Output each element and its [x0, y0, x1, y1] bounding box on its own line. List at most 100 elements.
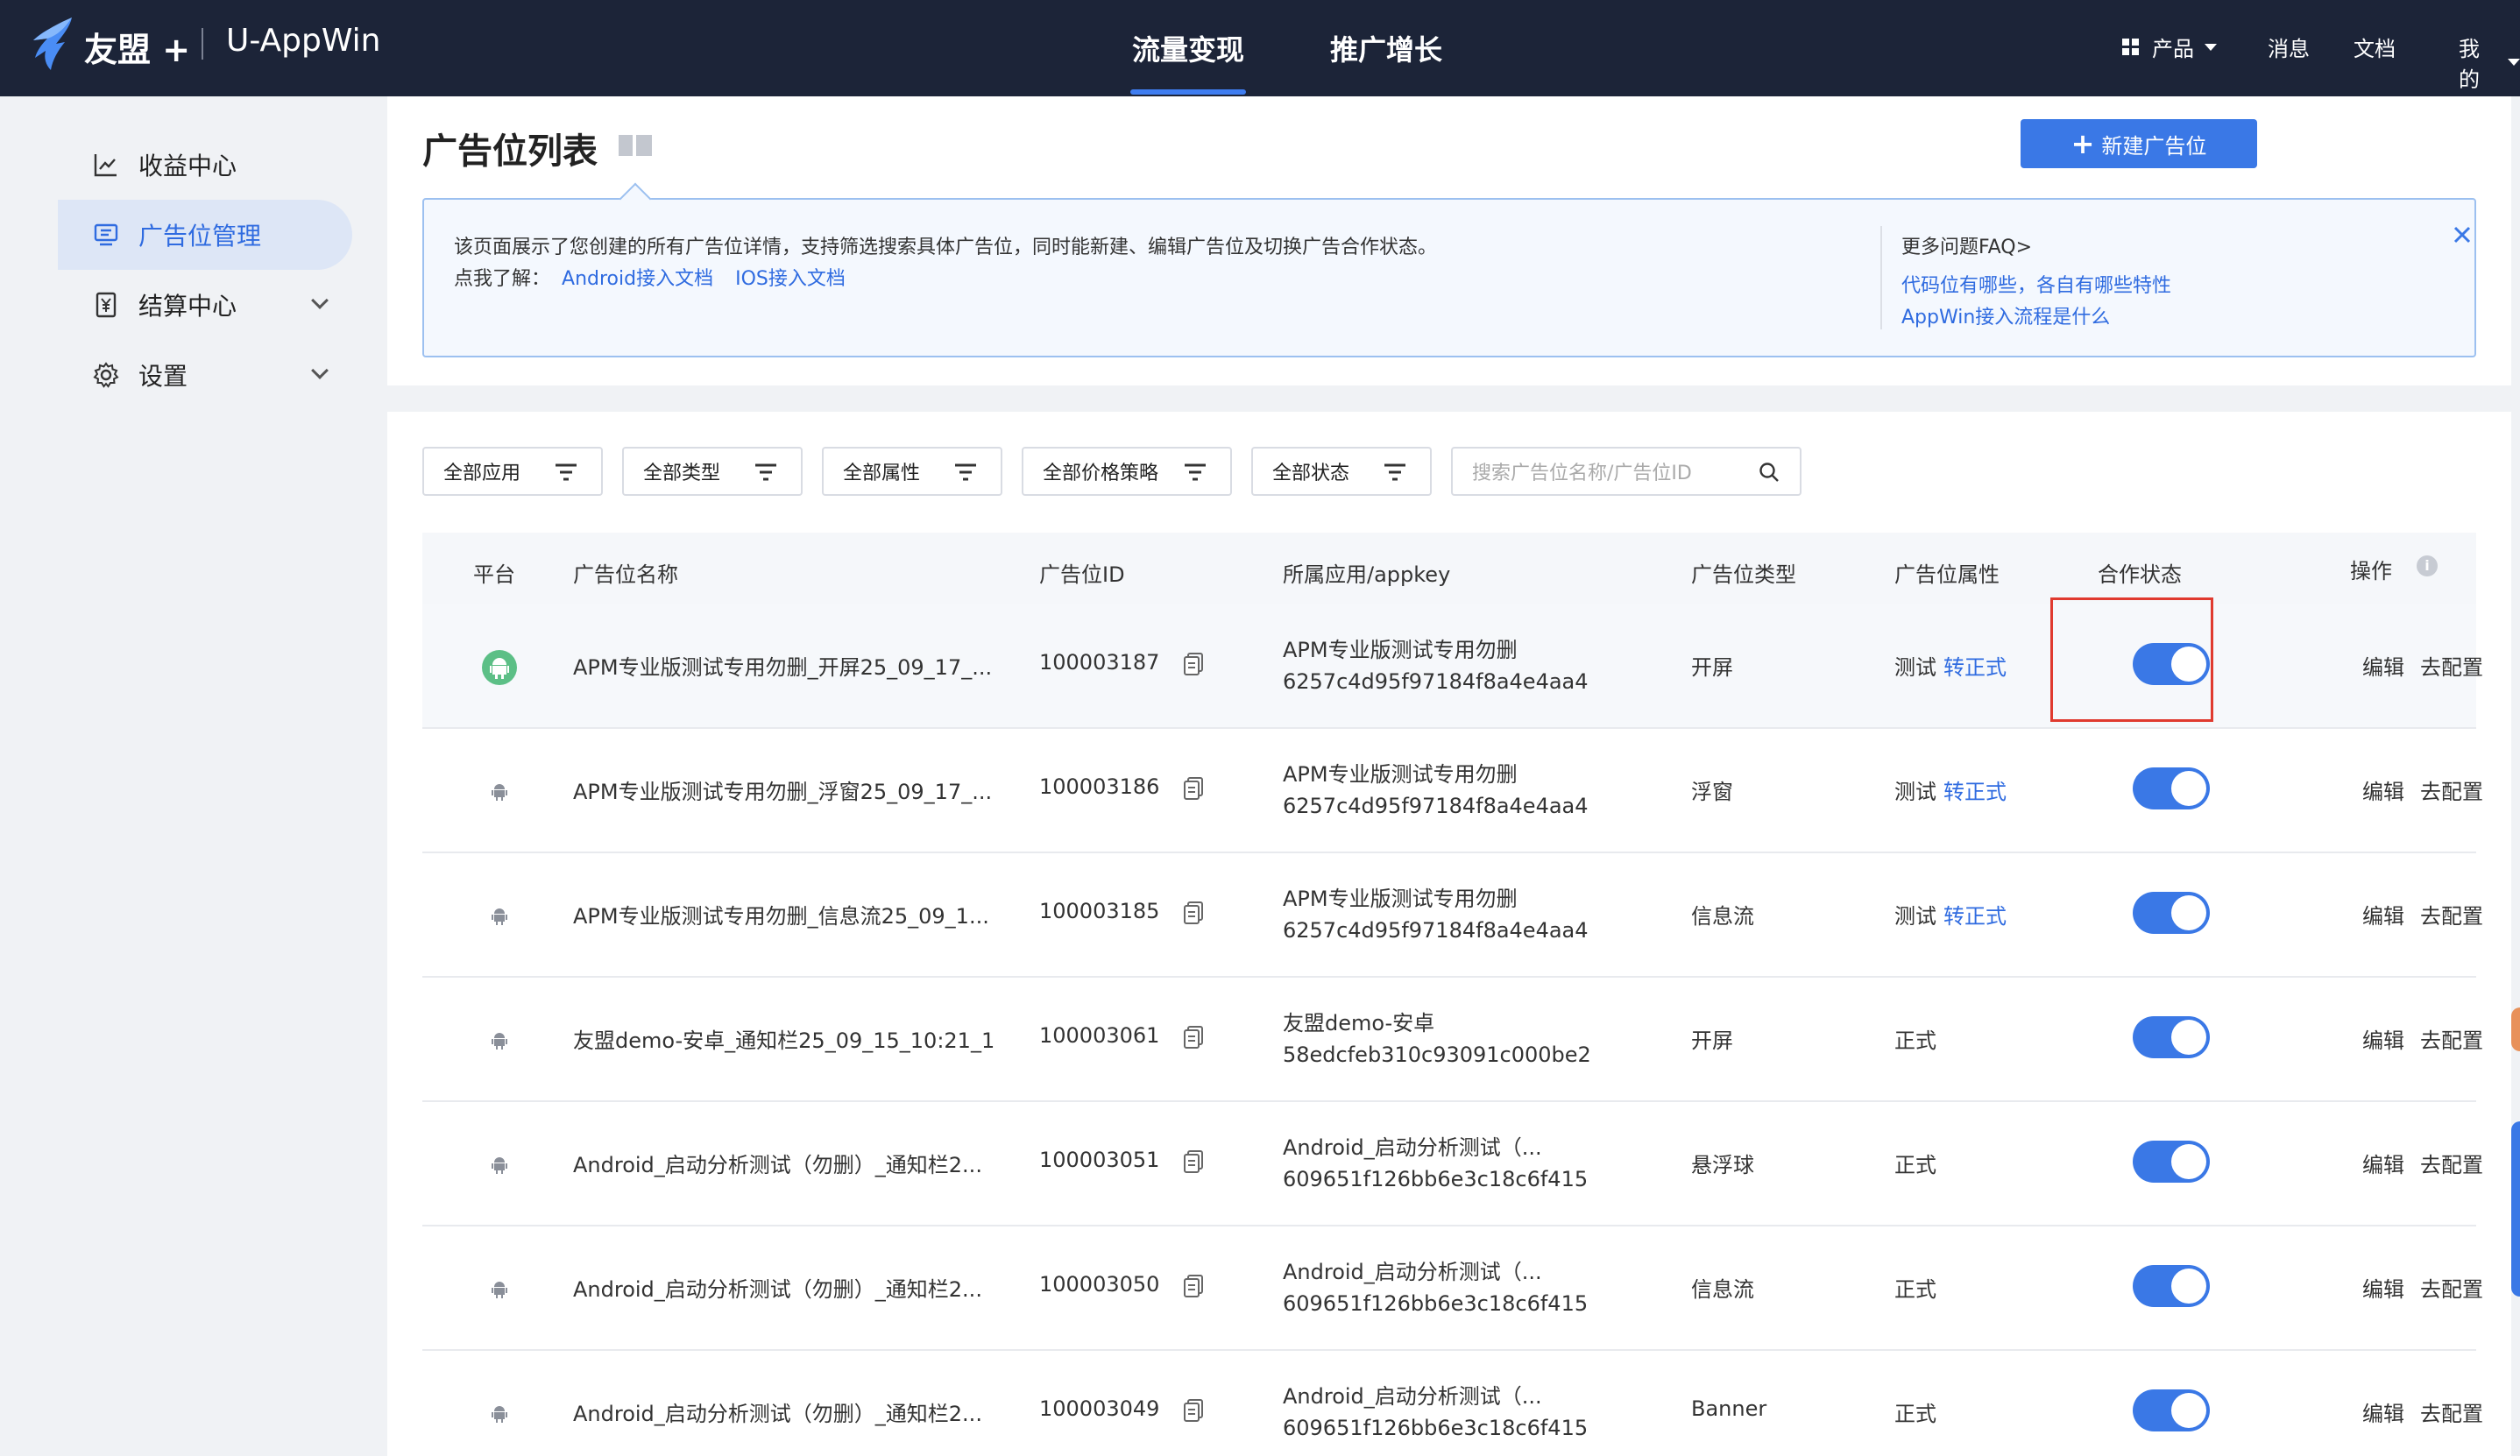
ad-slot-type: 开屏 — [1691, 655, 1733, 680]
ios-doc-link[interactable]: IOS接入文档 — [735, 268, 846, 290]
cooperation-status-toggle[interactable] — [2133, 892, 2210, 934]
app-name: Android_启动分析测试（... — [1283, 1260, 1542, 1284]
copy-icon[interactable] — [1183, 776, 1204, 801]
book-icon[interactable] — [617, 133, 654, 158]
copy-icon[interactable] — [1183, 652, 1204, 676]
notice-learn-more: 点我了解： Android接入文档 IOS接入文档 — [454, 263, 846, 291]
product-name[interactable]: U-AppWin — [226, 23, 381, 59]
header-app: 所属应用/appkey — [1283, 562, 1451, 587]
copy-icon[interactable] — [1183, 1274, 1204, 1298]
app-info: APM专业版测试专用勿删 6257c4d95f97184f8a4e4aa4 — [1283, 759, 1589, 822]
brand-name[interactable]: 友盟 + — [84, 23, 190, 71]
edit-link[interactable]: 编辑 — [2362, 1396, 2404, 1427]
close-icon[interactable] — [2450, 223, 2474, 247]
tab-monetization[interactable]: 流量变现 — [1129, 28, 1247, 95]
grid-icon — [2122, 38, 2140, 56]
filter-app[interactable]: 全部应用 — [422, 447, 603, 496]
edit-link[interactable]: 编辑 — [2362, 899, 2404, 929]
umeng-logo-icon[interactable] — [26, 16, 77, 72]
ad-slot-type: 信息流 — [1691, 904, 1754, 929]
new-ad-slot-button[interactable]: + 新建广告位 — [2021, 119, 2257, 168]
appkey: 6257c4d95f97184f8a4e4aa4 — [1283, 918, 1589, 943]
cooperation-status-toggle[interactable] — [2133, 1141, 2210, 1183]
filter-status[interactable]: 全部状态 — [1251, 447, 1432, 496]
sidebar-item-settlement[interactable]: 结算中心 — [58, 270, 352, 340]
search-icon[interactable] — [1758, 461, 1780, 484]
configure-link[interactable]: 去配置 — [2420, 1396, 2483, 1427]
edit-link[interactable]: 编辑 — [2362, 774, 2404, 805]
configure-link[interactable]: 去配置 — [2420, 1023, 2483, 1054]
side-float-tab[interactable] — [2511, 1007, 2520, 1051]
ad-slot-type: 悬浮球 — [1691, 1153, 1754, 1177]
convert-to-formal-link[interactable]: 转正式 — [1943, 904, 2007, 929]
header-name: 广告位名称 — [573, 562, 678, 587]
edit-link[interactable]: 编辑 — [2362, 1272, 2404, 1303]
products-menu[interactable]: 产品 — [2122, 32, 2217, 62]
configure-link[interactable]: 去配置 — [2420, 774, 2483, 805]
configure-link[interactable]: 去配置 — [2420, 1272, 2483, 1303]
android-icon — [489, 1279, 510, 1300]
ad-slot-id: 100003051 — [1039, 1148, 1160, 1172]
faq-more-link[interactable]: 更多问题FAQ> — [1901, 231, 2032, 259]
edit-link[interactable]: 编辑 — [2362, 1148, 2404, 1178]
edit-link[interactable]: 编辑 — [2362, 1023, 2404, 1054]
faq-link-integration[interactable]: AppWin接入流程是什么 — [1901, 301, 2110, 329]
tab-growth[interactable]: 推广增长 — [1330, 28, 1442, 68]
copy-icon[interactable] — [1183, 1398, 1204, 1423]
header-status: 合作状态 — [2098, 562, 2182, 587]
attribute-value: 正式 — [1894, 1028, 1936, 1053]
app-info: Android_启动分析测试（... 609651f126bb6e3c18c6f4… — [1283, 1256, 1588, 1319]
filter-label: 全部应用 — [443, 463, 521, 484]
sidebar: 收益中心 广告位管理 结算中心 设置 — [0, 96, 386, 1456]
configure-link[interactable]: 去配置 — [2420, 1148, 2483, 1178]
filter-icon — [1185, 463, 1206, 481]
filter-price-strategy[interactable]: 全部价格策略 — [1022, 447, 1232, 496]
ad-slot-attribute: 测试 转正式 — [1894, 650, 2007, 681]
android-doc-link[interactable]: Android接入文档 — [562, 268, 713, 290]
faq-link-slot-types[interactable]: 代码位有哪些，各自有哪些特性 — [1901, 270, 2171, 298]
copy-icon[interactable] — [1183, 1025, 1204, 1050]
edit-link[interactable]: 编辑 — [2362, 650, 2404, 681]
appkey: 58edcfeb310c93091c000be2 — [1283, 1043, 1591, 1067]
cooperation-status-toggle[interactable] — [2133, 767, 2210, 809]
ad-slot-name: APM专业版测试专用勿删_浮窗25_09_17_... — [573, 780, 993, 804]
table-row: 友盟demo-安卓_通知栏25_09_15_10:21_1 100003061 友盟… — [422, 978, 2483, 1102]
attribute-value: 正式 — [1894, 1402, 1936, 1426]
messages-link[interactable]: 消息 — [2268, 32, 2310, 62]
copy-icon[interactable] — [1183, 1149, 1204, 1174]
ad-slot-id: 100003185 — [1039, 899, 1160, 923]
convert-to-formal-link[interactable]: 转正式 — [1943, 780, 2007, 804]
docs-link[interactable]: 文档 — [2354, 32, 2396, 62]
sidebar-item-settings[interactable]: 设置 — [58, 340, 352, 410]
ad-slot-name: Android_启动分析测试（勿删）_通知栏2... — [573, 1402, 982, 1426]
filter-type[interactable]: 全部类型 — [622, 447, 803, 496]
search-input[interactable]: 搜索广告位名称/广告位ID — [1451, 447, 1802, 496]
sidebar-item-revenue[interactable]: 收益中心 — [58, 130, 352, 200]
new-ad-slot-label: 新建广告位 — [2101, 133, 2207, 159]
appkey: 609651f126bb6e3c18c6f415 — [1283, 1416, 1589, 1440]
header-type: 广告位类型 — [1691, 562, 1796, 587]
filter-attribute[interactable]: 全部属性 — [822, 447, 1002, 496]
filter-icon — [755, 463, 776, 481]
mine-menu[interactable]: 我的 — [2459, 32, 2520, 93]
info-icon[interactable]: i — [2417, 555, 2438, 576]
cooperation-status-toggle[interactable] — [2133, 1265, 2210, 1307]
chart-icon — [94, 154, 117, 177]
page-header-card: 广告位列表 + 新建广告位 该页面展示了您创建的所有广告位详情，支持筛选搜索具体… — [387, 96, 2511, 385]
cooperation-status-toggle[interactable] — [2133, 1389, 2210, 1431]
sidebar-item-ad-slots[interactable]: 广告位管理 — [58, 200, 352, 270]
side-float-panel[interactable] — [2511, 1121, 2520, 1297]
copy-icon[interactable] — [1183, 901, 1204, 925]
ad-slot-id: 100003187 — [1039, 650, 1160, 675]
table-row: Android_启动分析测试（勿删）_通知栏2... 100003051 Andro… — [422, 1102, 2483, 1226]
configure-link[interactable]: 去配置 — [2420, 650, 2483, 681]
configure-link[interactable]: 去配置 — [2420, 899, 2483, 929]
learn-prefix: 点我了解： — [454, 268, 551, 290]
cooperation-status-toggle[interactable] — [2133, 1016, 2210, 1058]
mine-label: 我的 — [2459, 37, 2480, 92]
convert-to-formal-link[interactable]: 转正式 — [1943, 655, 2007, 680]
filter-label: 全部类型 — [643, 463, 721, 484]
attribute-value: 正式 — [1894, 1153, 1936, 1177]
appkey: 609651f126bb6e3c18c6f415 — [1283, 1291, 1589, 1316]
app-name: Android_启动分析测试（... — [1283, 1135, 1542, 1160]
